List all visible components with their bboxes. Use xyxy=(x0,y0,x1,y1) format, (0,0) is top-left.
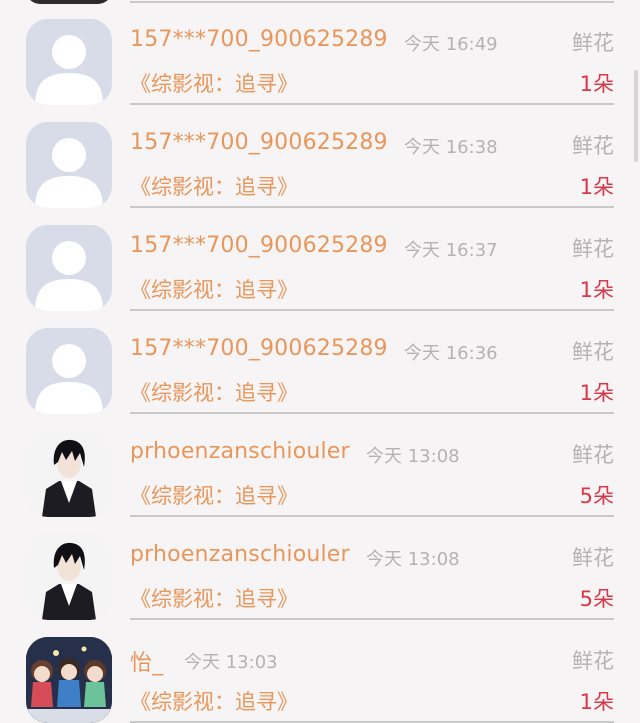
gift-record-row[interactable]: 157***700_900625289 今天 16:37 鲜花 《综影视：追寻》… xyxy=(0,225,640,328)
gift-type: 鲜花 xyxy=(572,134,614,158)
chibi-group-avatar[interactable] xyxy=(26,637,112,723)
send-time: 今天 16:49 xyxy=(404,34,498,55)
row-divider xyxy=(130,412,614,414)
sender-name[interactable]: 怡_ xyxy=(130,645,163,677)
sender-name[interactable]: prhoenzanschiouler xyxy=(130,439,350,464)
send-time: 今天 16:36 xyxy=(404,343,498,364)
gift-record-row[interactable]: prhoenzanschiouler 今天 13:08 鲜花 《综影视：追寻》 … xyxy=(0,534,640,637)
sender-name[interactable]: 157***700_900625289 xyxy=(130,336,388,361)
send-time: 今天 16:38 xyxy=(404,137,498,158)
gift-type: 鲜花 xyxy=(572,546,614,570)
work-title[interactable]: 《综影视：追寻》 xyxy=(130,583,298,613)
work-title[interactable]: 《综影视：追寻》 xyxy=(130,480,298,510)
default-person-icon[interactable] xyxy=(26,225,112,311)
send-time: 今天 13:08 xyxy=(366,446,460,467)
work-title[interactable]: 《综影视：追寻》 xyxy=(130,274,298,304)
previous-avatar-edge xyxy=(26,0,112,4)
previous-row-edge xyxy=(0,0,640,4)
gift-type: 鲜花 xyxy=(572,649,614,673)
sender-name[interactable]: 157***700_900625289 xyxy=(130,27,388,52)
sender-name[interactable]: 157***700_900625289 xyxy=(130,233,388,258)
gift-record-row[interactable]: prhoenzanschiouler 今天 13:08 鲜花 《综影视：追寻》 … xyxy=(0,431,640,534)
gift-count: 1朵 xyxy=(579,72,614,96)
sender-name[interactable]: 157***700_900625289 xyxy=(130,130,388,155)
work-title[interactable]: 《综影视：追寻》 xyxy=(130,171,298,201)
work-title[interactable]: 《综影视：追寻》 xyxy=(130,68,298,98)
scrollbar[interactable] xyxy=(634,70,638,162)
gift-count: 5朵 xyxy=(579,484,614,508)
sender-name[interactable]: prhoenzanschiouler xyxy=(130,542,350,567)
default-person-icon[interactable] xyxy=(26,122,112,208)
gift-count: 5朵 xyxy=(579,587,614,611)
send-time: 今天 16:37 xyxy=(404,240,498,261)
row-divider xyxy=(130,103,614,105)
gift-record-row[interactable]: 157***700_900625289 今天 16:36 鲜花 《综影视：追寻》… xyxy=(0,328,640,431)
send-time: 今天 13:08 xyxy=(366,549,460,570)
send-time: 今天 13:03 xyxy=(184,652,278,673)
row-divider xyxy=(130,515,614,517)
default-person-icon[interactable] xyxy=(26,19,112,105)
default-person-icon[interactable] xyxy=(26,328,112,414)
row-divider xyxy=(130,618,614,620)
gift-count: 1朵 xyxy=(579,175,614,199)
gift-record-row[interactable]: 怡_ 今天 13:03 鲜花 《综影视：追寻》 1朵 xyxy=(0,637,640,723)
gift-count: 1朵 xyxy=(579,278,614,302)
row-divider xyxy=(130,309,614,311)
anime-boy-avatar[interactable] xyxy=(26,431,112,517)
work-title[interactable]: 《综影视：追寻》 xyxy=(130,377,298,407)
gift-type: 鲜花 xyxy=(572,31,614,55)
gift-type: 鲜花 xyxy=(572,237,614,261)
gift-count: 1朵 xyxy=(579,690,614,714)
anime-boy-avatar[interactable] xyxy=(26,534,112,620)
gift-record-row[interactable]: 157***700_900625289 今天 16:38 鲜花 《综影视：追寻》… xyxy=(0,122,640,225)
row-divider xyxy=(130,206,614,208)
gift-record-screen: 157***700_900625289 今天 16:49 鲜花 《综影视：追寻》… xyxy=(0,0,640,723)
gift-count: 1朵 xyxy=(579,381,614,405)
gift-type: 鲜花 xyxy=(572,443,614,467)
work-title[interactable]: 《综影视：追寻》 xyxy=(130,686,298,716)
gift-type: 鲜花 xyxy=(572,340,614,364)
gift-record-row[interactable]: 157***700_900625289 今天 16:49 鲜花 《综影视：追寻》… xyxy=(0,19,640,122)
previous-divider xyxy=(130,1,614,3)
